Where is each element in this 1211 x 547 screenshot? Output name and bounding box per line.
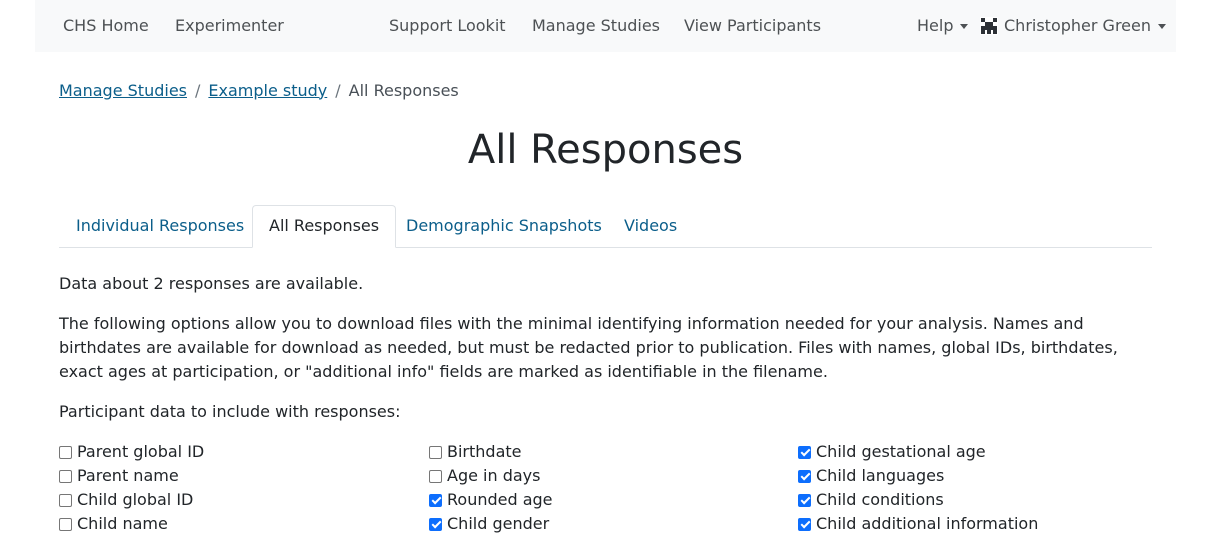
option-child-additional-information[interactable]: Child additional information bbox=[798, 512, 1038, 536]
breadcrumb: Manage Studies / Example study / All Res… bbox=[59, 79, 459, 101]
checkbox[interactable] bbox=[429, 445, 442, 459]
checkbox[interactable] bbox=[798, 469, 811, 483]
option-label: Birthdate bbox=[447, 442, 522, 461]
option-rounded-age[interactable]: Rounded age bbox=[429, 488, 553, 512]
option-label: Child gestational age bbox=[816, 442, 986, 461]
option-label: Child conditions bbox=[816, 490, 944, 509]
option-label: Child languages bbox=[816, 466, 945, 485]
page-title: All Responses bbox=[467, 127, 744, 173]
nav-experimenter[interactable]: Experimenter bbox=[175, 0, 284, 52]
option-child-name[interactable]: Child name bbox=[59, 512, 168, 536]
breadcrumb-separator: / bbox=[195, 80, 201, 100]
nav-view-participants[interactable]: View Participants bbox=[684, 0, 821, 52]
chevron-down-icon bbox=[960, 23, 969, 29]
nav-support-lookit[interactable]: Support Lookit bbox=[389, 0, 506, 52]
checkbox[interactable] bbox=[59, 517, 72, 531]
include-data-label: Participant data to include with respons… bbox=[59, 402, 401, 421]
option-child-conditions[interactable]: Child conditions bbox=[798, 488, 944, 512]
option-label: Rounded age bbox=[447, 490, 553, 509]
checkbox[interactable] bbox=[59, 469, 72, 483]
option-child-global-id[interactable]: Child global ID bbox=[59, 488, 193, 512]
response-tabs: Individual Responses All Responses Demog… bbox=[59, 205, 1152, 248]
checkbox[interactable] bbox=[798, 445, 811, 459]
option-label: Child name bbox=[77, 514, 168, 533]
chevron-down-icon bbox=[1158, 23, 1166, 29]
checkbox[interactable] bbox=[798, 517, 811, 531]
nav-chs-home[interactable]: CHS Home bbox=[63, 0, 149, 52]
download-description: The following options allow you to downl… bbox=[59, 314, 1118, 381]
top-navbar: CHS Home Experimenter Support Lookit Man… bbox=[35, 0, 1176, 52]
user-avatar-icon bbox=[980, 17, 998, 35]
checkbox[interactable] bbox=[429, 493, 442, 507]
breadcrumb-manage-studies[interactable]: Manage Studies bbox=[59, 81, 187, 100]
checkbox[interactable] bbox=[59, 445, 72, 459]
option-child-gestational-age[interactable]: Child gestational age bbox=[798, 440, 986, 464]
tab-all-responses[interactable]: All Responses bbox=[252, 205, 397, 248]
option-label: Child additional information bbox=[816, 514, 1039, 533]
option-parent-name[interactable]: Parent name bbox=[59, 464, 179, 488]
option-label: Child gender bbox=[447, 514, 550, 533]
option-label: Parent global ID bbox=[77, 442, 205, 461]
help-label: Help bbox=[917, 16, 954, 35]
option-label: Age in days bbox=[447, 466, 541, 485]
breadcrumb-current: All Responses bbox=[348, 80, 459, 100]
nav-help-dropdown[interactable]: Help bbox=[917, 0, 969, 52]
option-label: Parent name bbox=[77, 466, 179, 485]
nav-manage-studies[interactable]: Manage Studies bbox=[532, 0, 660, 52]
tab-individual-responses[interactable]: Individual Responses bbox=[60, 205, 260, 247]
checkbox[interactable] bbox=[798, 493, 811, 507]
tab-videos[interactable]: Videos bbox=[608, 205, 693, 247]
responses-summary: Data about 2 responses are available. bbox=[59, 274, 364, 293]
breadcrumb-example-study[interactable]: Example study bbox=[208, 81, 327, 100]
option-parent-global-id[interactable]: Parent global ID bbox=[59, 440, 204, 464]
option-age-in-days[interactable]: Age in days bbox=[429, 464, 540, 488]
breadcrumb-separator: / bbox=[335, 80, 341, 100]
checkbox[interactable] bbox=[429, 469, 442, 483]
user-name: Christopher Green bbox=[1004, 16, 1151, 35]
option-child-gender[interactable]: Child gender bbox=[429, 512, 549, 536]
checkbox[interactable] bbox=[59, 493, 72, 507]
option-child-languages[interactable]: Child languages bbox=[798, 464, 944, 488]
checkbox[interactable] bbox=[429, 517, 442, 531]
nav-user-dropdown[interactable]: Christopher Green bbox=[980, 0, 1166, 52]
tab-demographic-snapshots[interactable]: Demographic Snapshots bbox=[390, 205, 618, 247]
option-label: Child global ID bbox=[77, 490, 194, 509]
option-birthdate[interactable]: Birthdate bbox=[429, 440, 522, 464]
